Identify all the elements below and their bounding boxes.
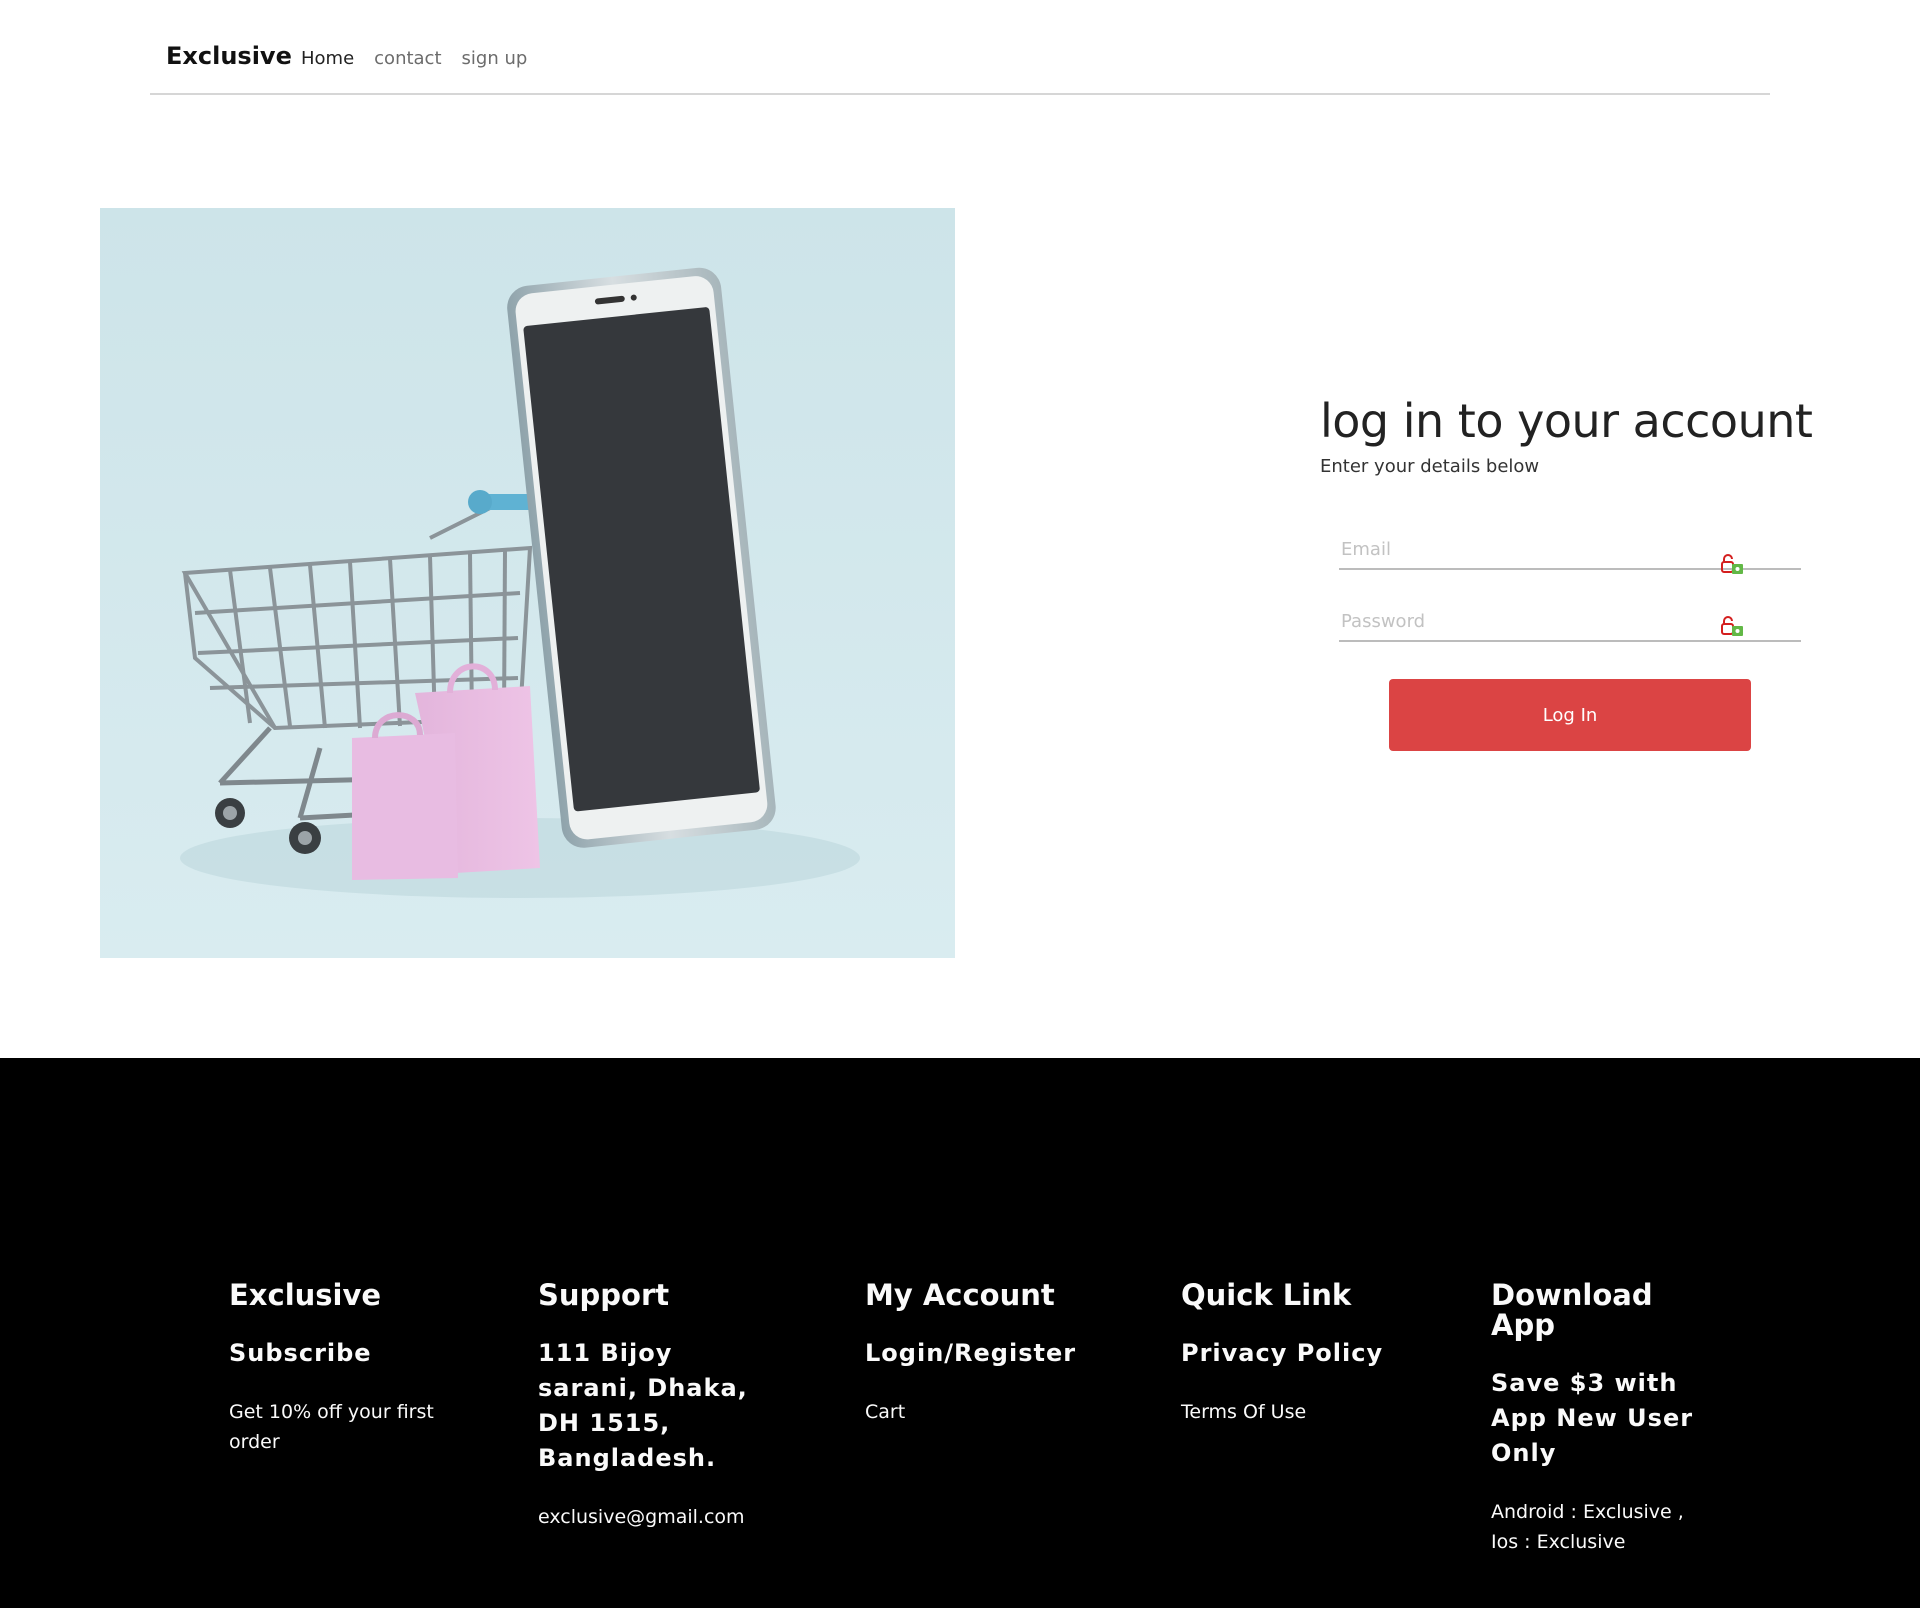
footer-col-support: Support 111 Bijoy sarani, Dhaka, DH 1515… — [538, 1280, 798, 1532]
email-field-wrapper — [1339, 530, 1801, 574]
login-button[interactable]: Log In — [1389, 679, 1751, 751]
footer-col-exclusive: Exclusive Subscribe Get 10% off your fir… — [229, 1280, 469, 1457]
footer-support-heading: Support — [538, 1278, 670, 1312]
password-manager-icon[interactable] — [1721, 616, 1745, 638]
nav-link-home[interactable]: Home — [301, 50, 354, 68]
navbar: Exclusive Home contact sign up — [150, 0, 1770, 95]
login-subtitle: Enter your details below — [1320, 455, 1540, 477]
footer-email-link[interactable]: exclusive@gmail.com — [538, 1502, 798, 1532]
brand-logo[interactable]: Exclusive — [166, 44, 292, 68]
footer-brand-heading: Exclusive — [229, 1278, 382, 1312]
footer-app-platforms: Android : Exclusive , Ios : Exclusive — [1491, 1501, 1684, 1553]
password-field-wrapper — [1339, 602, 1801, 642]
footer-address: 111 Bijoy sarani, Dhaka, DH 1515, Bangla… — [538, 1339, 748, 1472]
footer-download-heading: Download App — [1491, 1278, 1653, 1342]
footer-login-register-link[interactable]: Login/Register — [865, 1336, 1125, 1371]
footer-subscribe-heading: Subscribe — [229, 1339, 372, 1367]
footer-app-promo: Save $3 with App New User Only — [1491, 1369, 1694, 1467]
hero-image — [100, 208, 955, 958]
footer: Exclusive Subscribe Get 10% off your fir… — [0, 1058, 1920, 1608]
footer-account-heading: My Account — [865, 1278, 1055, 1312]
nav-link-signup[interactable]: sign up — [462, 50, 528, 68]
footer-privacy-link[interactable]: Privacy Policy — [1181, 1336, 1441, 1371]
footer-col-download: Download App Save $3 with App New User O… — [1491, 1280, 1711, 1557]
login-panel: log in to your account Enter your detail… — [1320, 394, 1840, 751]
footer-terms-link[interactable]: Terms Of Use — [1181, 1397, 1441, 1427]
login-title: log in to your account — [1320, 394, 1813, 448]
nav-link-contact[interactable]: contact — [374, 50, 441, 68]
password-manager-icon[interactable] — [1721, 554, 1745, 576]
footer-subscribe-text: Get 10% off your first order — [229, 1401, 434, 1453]
footer-col-account: My Account Login/Register Cart — [865, 1280, 1125, 1427]
footer-cart-link[interactable]: Cart — [865, 1397, 1125, 1427]
nav-links: Home contact sign up — [301, 50, 527, 68]
footer-col-quicklink: Quick Link Privacy Policy Terms Of Use — [1181, 1280, 1441, 1427]
footer-quicklink-heading: Quick Link — [1181, 1278, 1352, 1312]
